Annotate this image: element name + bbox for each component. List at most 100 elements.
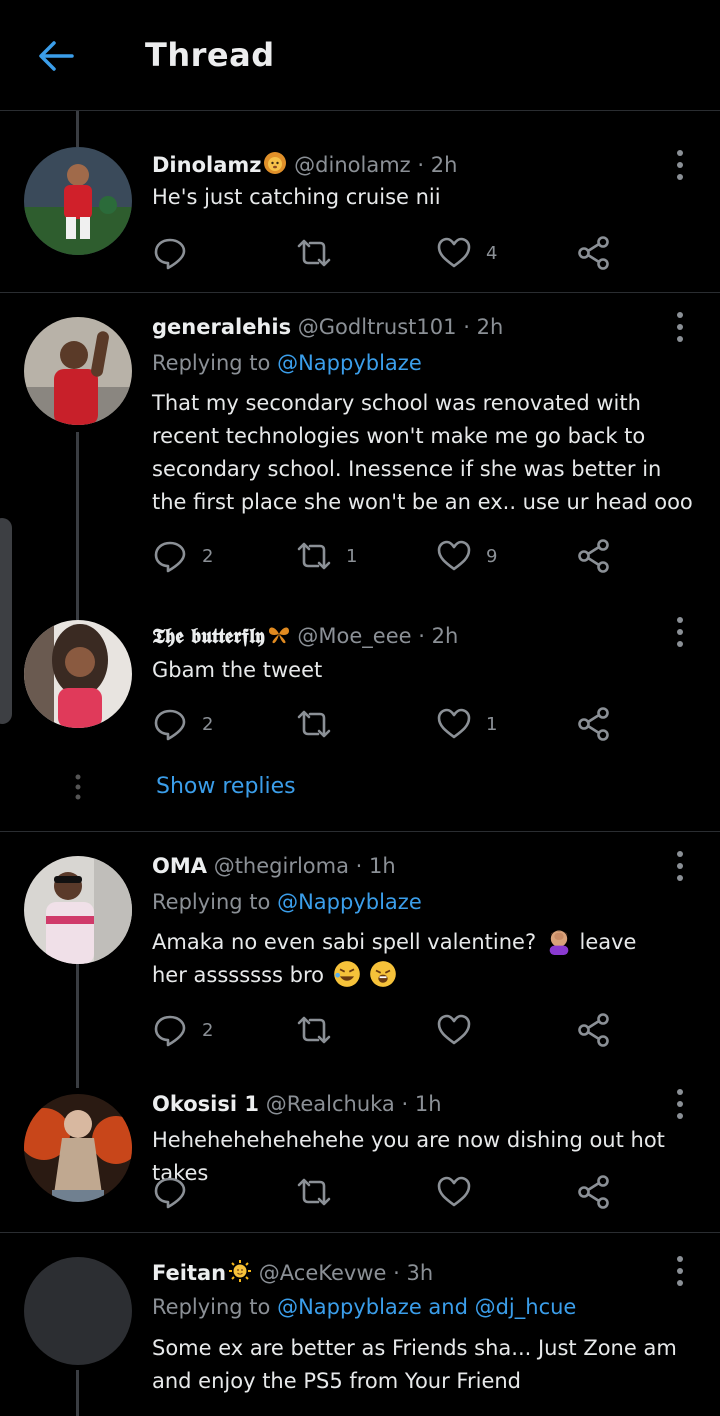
- like-button[interactable]: [436, 1010, 472, 1050]
- thread-line: [76, 964, 79, 1088]
- retweet-icon: [296, 1174, 332, 1210]
- reply-button[interactable]: [152, 1172, 188, 1212]
- mention-link[interactable]: @Nappyblaze: [277, 351, 422, 375]
- retweet-icon: [296, 1012, 332, 1048]
- share-icon: [576, 235, 612, 271]
- handle[interactable]: @Moe_eee: [297, 624, 411, 648]
- share-button[interactable]: [576, 1010, 612, 1050]
- more-vertical-icon[interactable]: [668, 147, 692, 183]
- replying-to: Replying to @Nappyblaze: [152, 890, 422, 914]
- separator: ·: [355, 854, 363, 878]
- like-count: 1: [486, 713, 498, 735]
- more-vertical-icon[interactable]: [668, 309, 692, 345]
- like-button[interactable]: 1: [436, 704, 497, 744]
- retweet-button[interactable]: [296, 233, 332, 273]
- avatar[interactable]: [24, 147, 132, 255]
- more-vertical-icon[interactable]: [668, 1253, 692, 1289]
- reply-button[interactable]: [152, 233, 188, 273]
- separator: ·: [418, 624, 425, 648]
- thread-line: [76, 1370, 79, 1416]
- avatar[interactable]: [24, 1257, 132, 1365]
- tweet-text: Gbam the tweet: [152, 658, 323, 682]
- separator: ·: [393, 1261, 400, 1285]
- like-count: 9: [486, 545, 498, 567]
- tweet-text: That my secondary school was renovated w…: [152, 391, 693, 514]
- more-vertical-icon[interactable]: [668, 614, 692, 650]
- display-name[interactable]: Okosisi 1: [152, 1092, 259, 1116]
- sun-emoji-icon: [229, 1260, 252, 1282]
- tweet-text: He's just catching cruise nii: [152, 185, 441, 209]
- timestamp: 2h: [431, 624, 459, 648]
- avatar[interactable]: [24, 620, 132, 728]
- avatar[interactable]: [24, 856, 132, 964]
- reply-count: 2: [202, 545, 214, 567]
- reply-button[interactable]: 2: [152, 536, 213, 576]
- avatar[interactable]: [24, 1094, 132, 1202]
- separator: ·: [417, 153, 425, 177]
- handle[interactable]: @dinolamz: [294, 153, 411, 177]
- share-button[interactable]: [576, 233, 612, 273]
- collapsed-thread-dots: [75, 774, 81, 800]
- divider: [0, 292, 720, 293]
- page-title: Thread: [145, 36, 275, 74]
- timestamp: 2h: [430, 153, 458, 177]
- share-icon: [576, 1012, 612, 1048]
- retweet-button[interactable]: [296, 1172, 332, 1212]
- show-replies-link[interactable]: Show replies: [156, 774, 296, 799]
- like-button[interactable]: 9: [436, 536, 497, 576]
- butterfly-emoji-icon: [268, 627, 289, 644]
- share-icon: [576, 706, 612, 742]
- tweet-header: OMA @thegirloma · 1h: [152, 854, 396, 878]
- like-icon: [436, 1012, 472, 1048]
- avatar[interactable]: [24, 317, 132, 425]
- replying-label: Replying to: [152, 890, 271, 914]
- handle[interactable]: @Godltrust101: [298, 315, 457, 339]
- reply-button[interactable]: 2: [152, 1010, 213, 1050]
- retweet-button[interactable]: [296, 1010, 332, 1050]
- reply-icon: [152, 538, 188, 574]
- divider: [0, 1232, 720, 1233]
- reply-button[interactable]: 2: [152, 704, 213, 744]
- share-icon: [576, 1174, 612, 1210]
- display-name[interactable]: OMA: [152, 854, 207, 878]
- display-name[interactable]: Dinolamz: [152, 153, 261, 177]
- tweet-header: Dinolamz @dinolamz · 2h: [152, 151, 457, 177]
- display-name[interactable]: generalehis: [152, 315, 291, 339]
- timestamp: 1h: [414, 1092, 442, 1116]
- facepalm-emoji-icon: [549, 930, 569, 955]
- reply-icon: [152, 235, 188, 271]
- replying-label: Replying to: [152, 351, 271, 375]
- thread-line: [76, 432, 79, 620]
- more-vertical-icon[interactable]: [668, 848, 692, 884]
- lion-emoji-icon: [264, 152, 287, 174]
- mention-link[interactable]: @Nappyblaze and @dj_hcue: [277, 1295, 576, 1319]
- like-button[interactable]: [436, 1172, 472, 1212]
- divider: [0, 831, 720, 832]
- action-bar: 4: [152, 233, 652, 273]
- share-button[interactable]: [576, 536, 612, 576]
- tweet-text-part: Amaka no even sabi spell valentine?: [152, 930, 537, 954]
- back-arrow-icon[interactable]: [36, 36, 76, 76]
- handle[interactable]: @Realchuka: [266, 1092, 395, 1116]
- tweet-header: 𝕿𝖍𝖊 𝖇𝖚𝖙𝖙𝖊𝖗𝖋𝖑𝖞 @Moe_eee · 2h: [152, 622, 458, 649]
- edge-panel-handle[interactable]: [0, 518, 12, 724]
- like-icon: [436, 235, 472, 271]
- retweet-button[interactable]: [296, 704, 332, 744]
- retweet-icon: [296, 235, 332, 271]
- action-bar: 2: [152, 1010, 652, 1050]
- like-button[interactable]: 4: [436, 233, 497, 273]
- share-button[interactable]: [576, 1172, 612, 1212]
- mention-link[interactable]: @Nappyblaze: [277, 890, 422, 914]
- share-button[interactable]: [576, 704, 612, 744]
- handle[interactable]: @AceKevwe: [259, 1261, 387, 1285]
- retweet-button[interactable]: 1: [296, 536, 357, 576]
- display-name[interactable]: Feitan: [152, 1261, 226, 1285]
- like-icon: [436, 706, 472, 742]
- tweet-text: Some ex are better as Friends sha... Jus…: [152, 1336, 677, 1393]
- retweet-count: 1: [346, 545, 358, 567]
- handle[interactable]: @thegirloma: [214, 854, 349, 878]
- display-name[interactable]: 𝕿𝖍𝖊 𝖇𝖚𝖙𝖙𝖊𝖗𝖋𝖑𝖞: [152, 624, 265, 648]
- more-vertical-icon[interactable]: [668, 1086, 692, 1122]
- tweet-header: generalehis @Godltrust101 · 2h: [152, 315, 503, 339]
- retweet-icon: [296, 706, 332, 742]
